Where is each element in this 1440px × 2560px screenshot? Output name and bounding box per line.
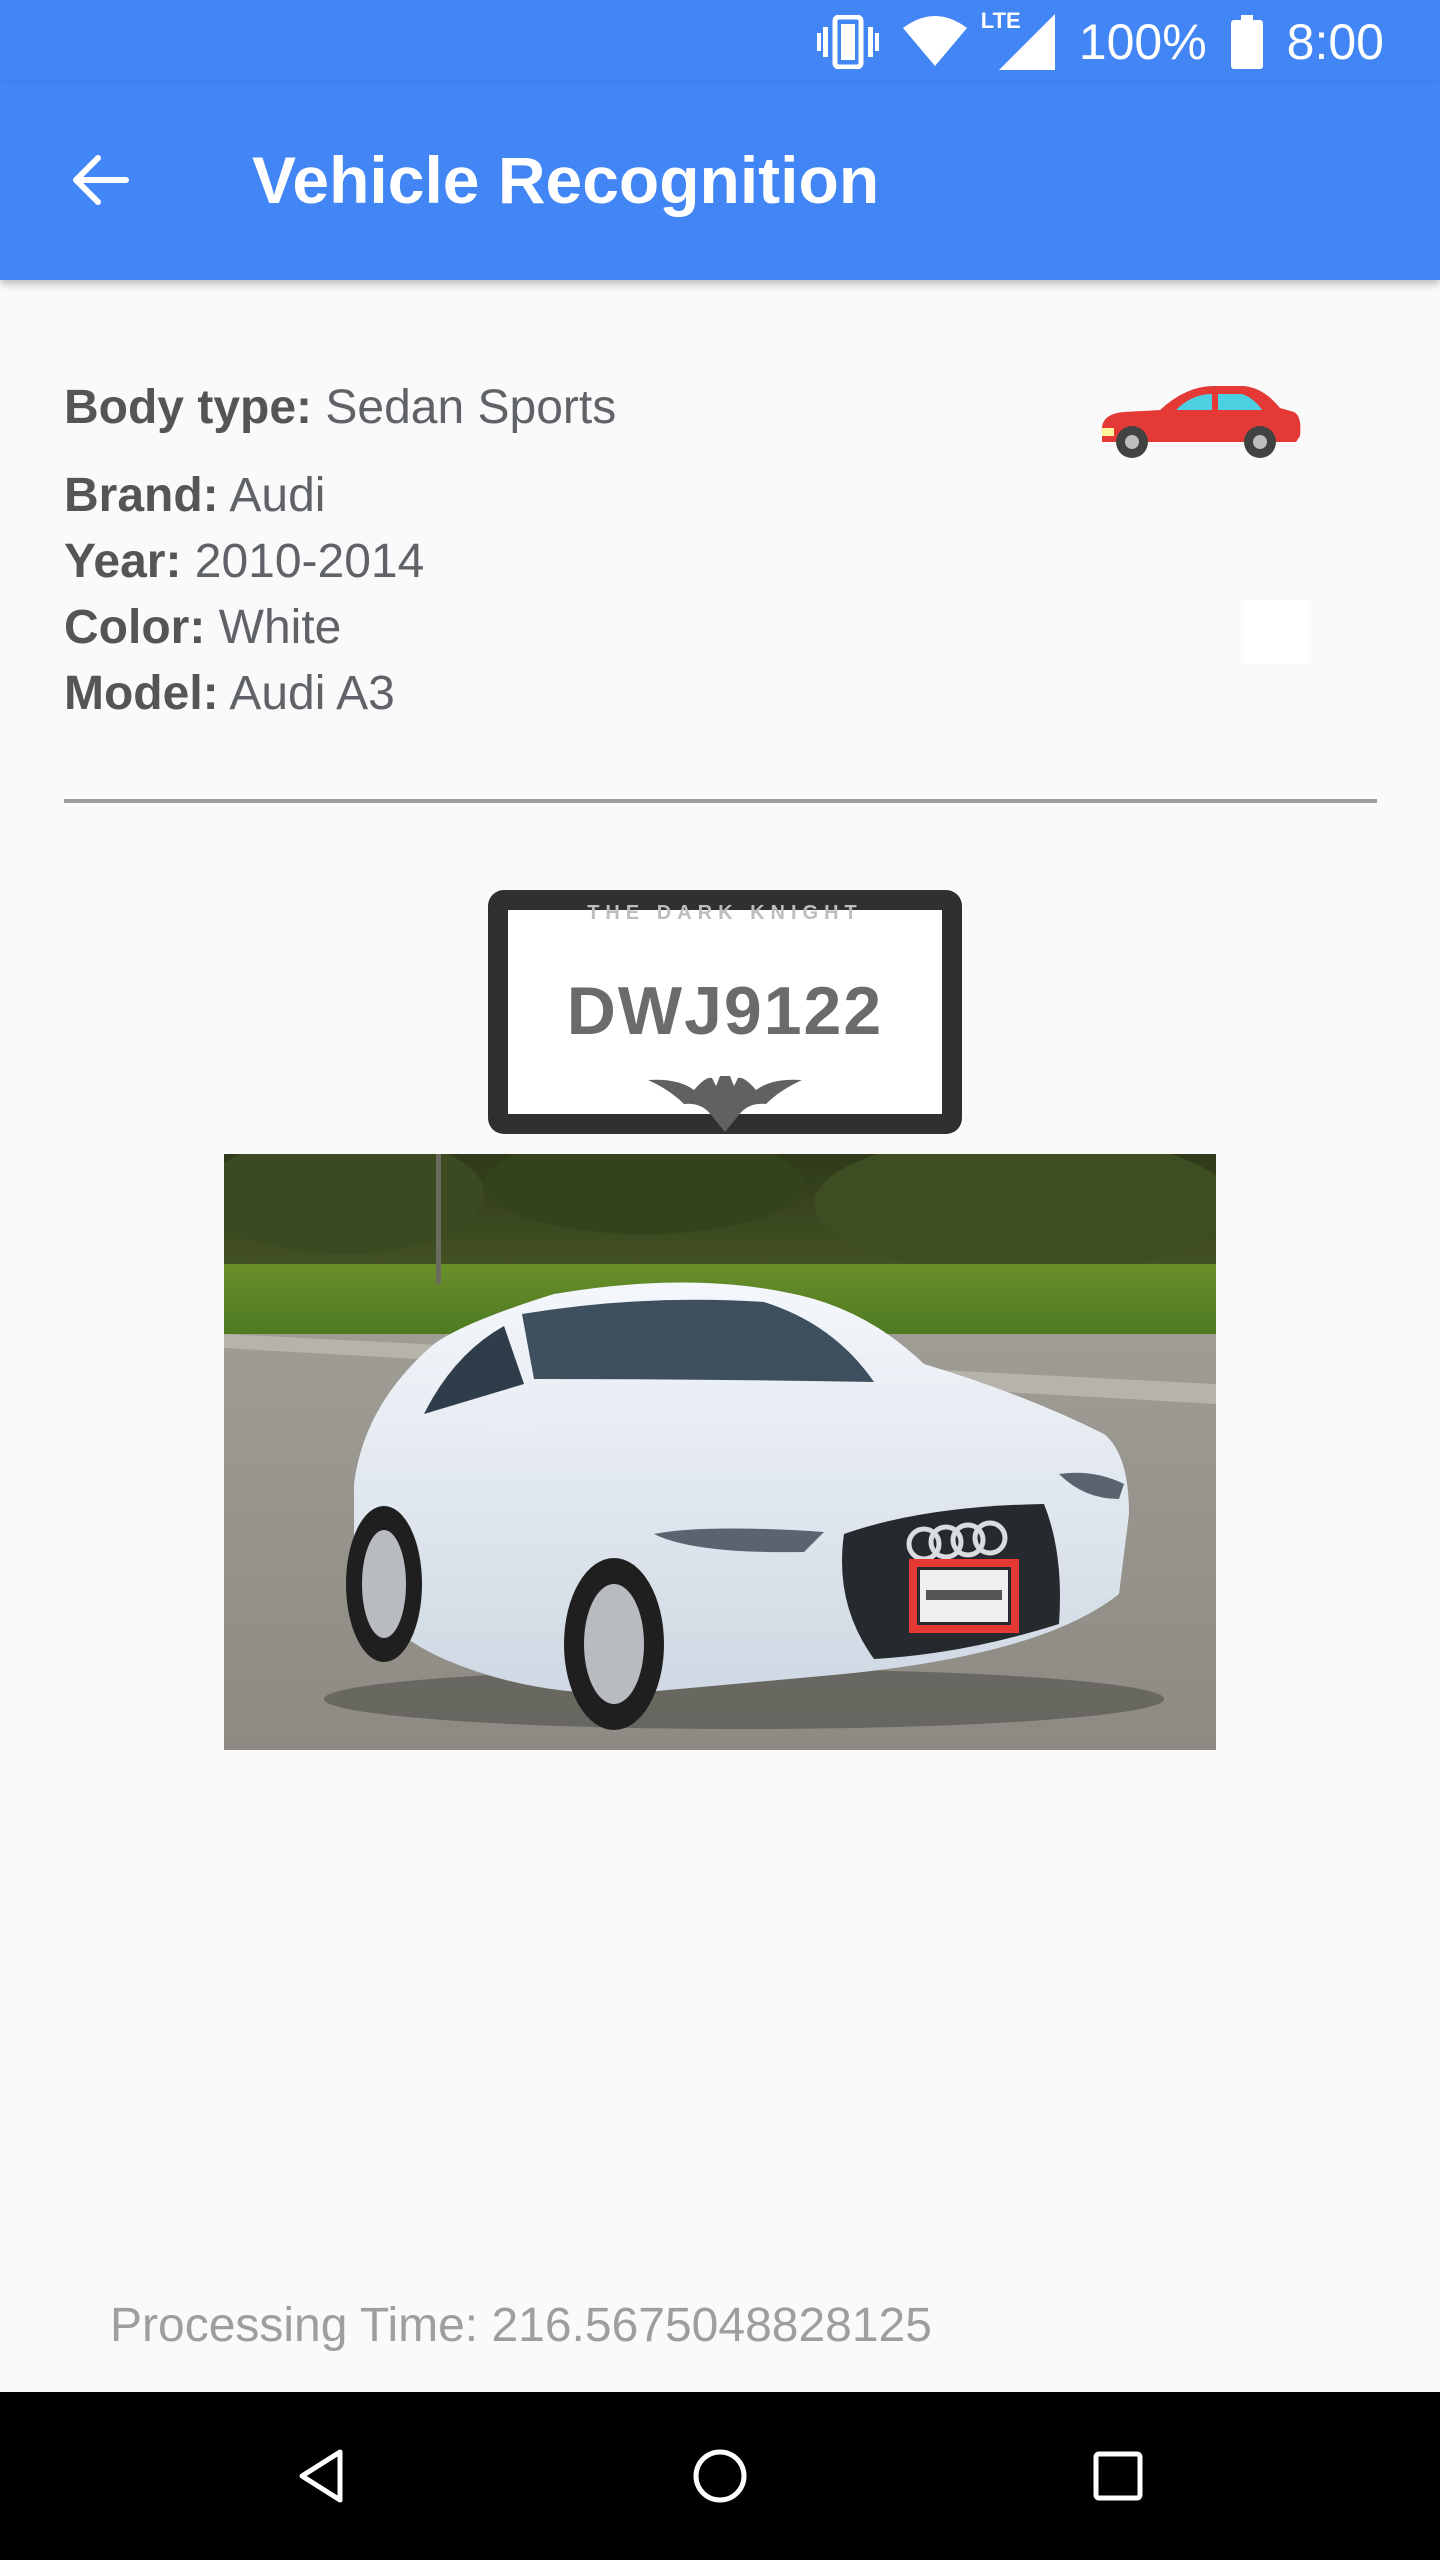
body-type-value: Sedan Sports bbox=[325, 381, 617, 434]
body-type-row: Body type: Sedan Sports bbox=[64, 380, 616, 435]
battery-percent: 100% bbox=[1078, 14, 1207, 70]
divider bbox=[64, 799, 1377, 803]
year-label: Year: bbox=[64, 535, 182, 588]
brand-label: Brand: bbox=[64, 469, 219, 522]
body-type-label: Body type: bbox=[64, 381, 313, 434]
back-button[interactable] bbox=[52, 134, 148, 230]
lte-signal-icon: LTE bbox=[981, 8, 1055, 70]
wifi-icon bbox=[902, 16, 967, 68]
bat-logo-icon bbox=[648, 1072, 802, 1134]
vehicle-info: Body type: Sedan Sports Brand: Audi Year… bbox=[64, 380, 1376, 800]
nav-back-button[interactable] bbox=[274, 2430, 370, 2526]
plate-number: DWJ9122 bbox=[566, 973, 884, 1049]
white-audi-sedan-photo bbox=[224, 1154, 1216, 1750]
lte-label: LTE bbox=[980, 8, 1021, 33]
nav-home-button[interactable] bbox=[672, 2430, 768, 2526]
year-row: Year: 2010-2014 bbox=[64, 534, 424, 589]
battery-icon bbox=[1230, 15, 1263, 69]
color-label: Color: bbox=[64, 601, 206, 654]
page-title: Vehicle Recognition bbox=[252, 143, 880, 217]
red-sedan-car-icon bbox=[1094, 380, 1304, 462]
navigation-bar bbox=[0, 2392, 1440, 2560]
status-bar: LTE 100% 8:00 bbox=[0, 0, 1440, 84]
plate-frame-text: THE DARK KNIGHT bbox=[587, 902, 863, 924]
brand-row: Brand: Audi bbox=[64, 468, 325, 523]
status-icons: LTE 100% 8:00 bbox=[816, 8, 1384, 76]
nav-recents-icon bbox=[1088, 2446, 1148, 2511]
brand-value: Audi bbox=[229, 469, 326, 522]
processing-time: Processing Time: 216.5675048828125 bbox=[110, 2299, 932, 2352]
clock: 8:00 bbox=[1286, 14, 1384, 70]
nav-back-icon bbox=[292, 2446, 352, 2511]
model-row: Model: Audi A3 bbox=[64, 666, 395, 721]
year-value: 2010-2014 bbox=[194, 535, 425, 588]
nav-recents-button[interactable] bbox=[1070, 2430, 1166, 2526]
nav-home-icon bbox=[690, 2446, 750, 2511]
license-plate: THE DARK KNIGHT DWJ9122 bbox=[488, 890, 962, 1134]
app-bar: Vehicle Recognition bbox=[0, 84, 1440, 280]
color-value: White bbox=[218, 601, 342, 654]
model-label: Model: bbox=[64, 667, 219, 720]
vibrate-icon bbox=[816, 15, 879, 69]
arrow-back-icon bbox=[68, 148, 132, 217]
color-swatch bbox=[1244, 600, 1308, 664]
model-value: Audi A3 bbox=[229, 667, 395, 720]
color-row: Color: White bbox=[64, 600, 341, 655]
